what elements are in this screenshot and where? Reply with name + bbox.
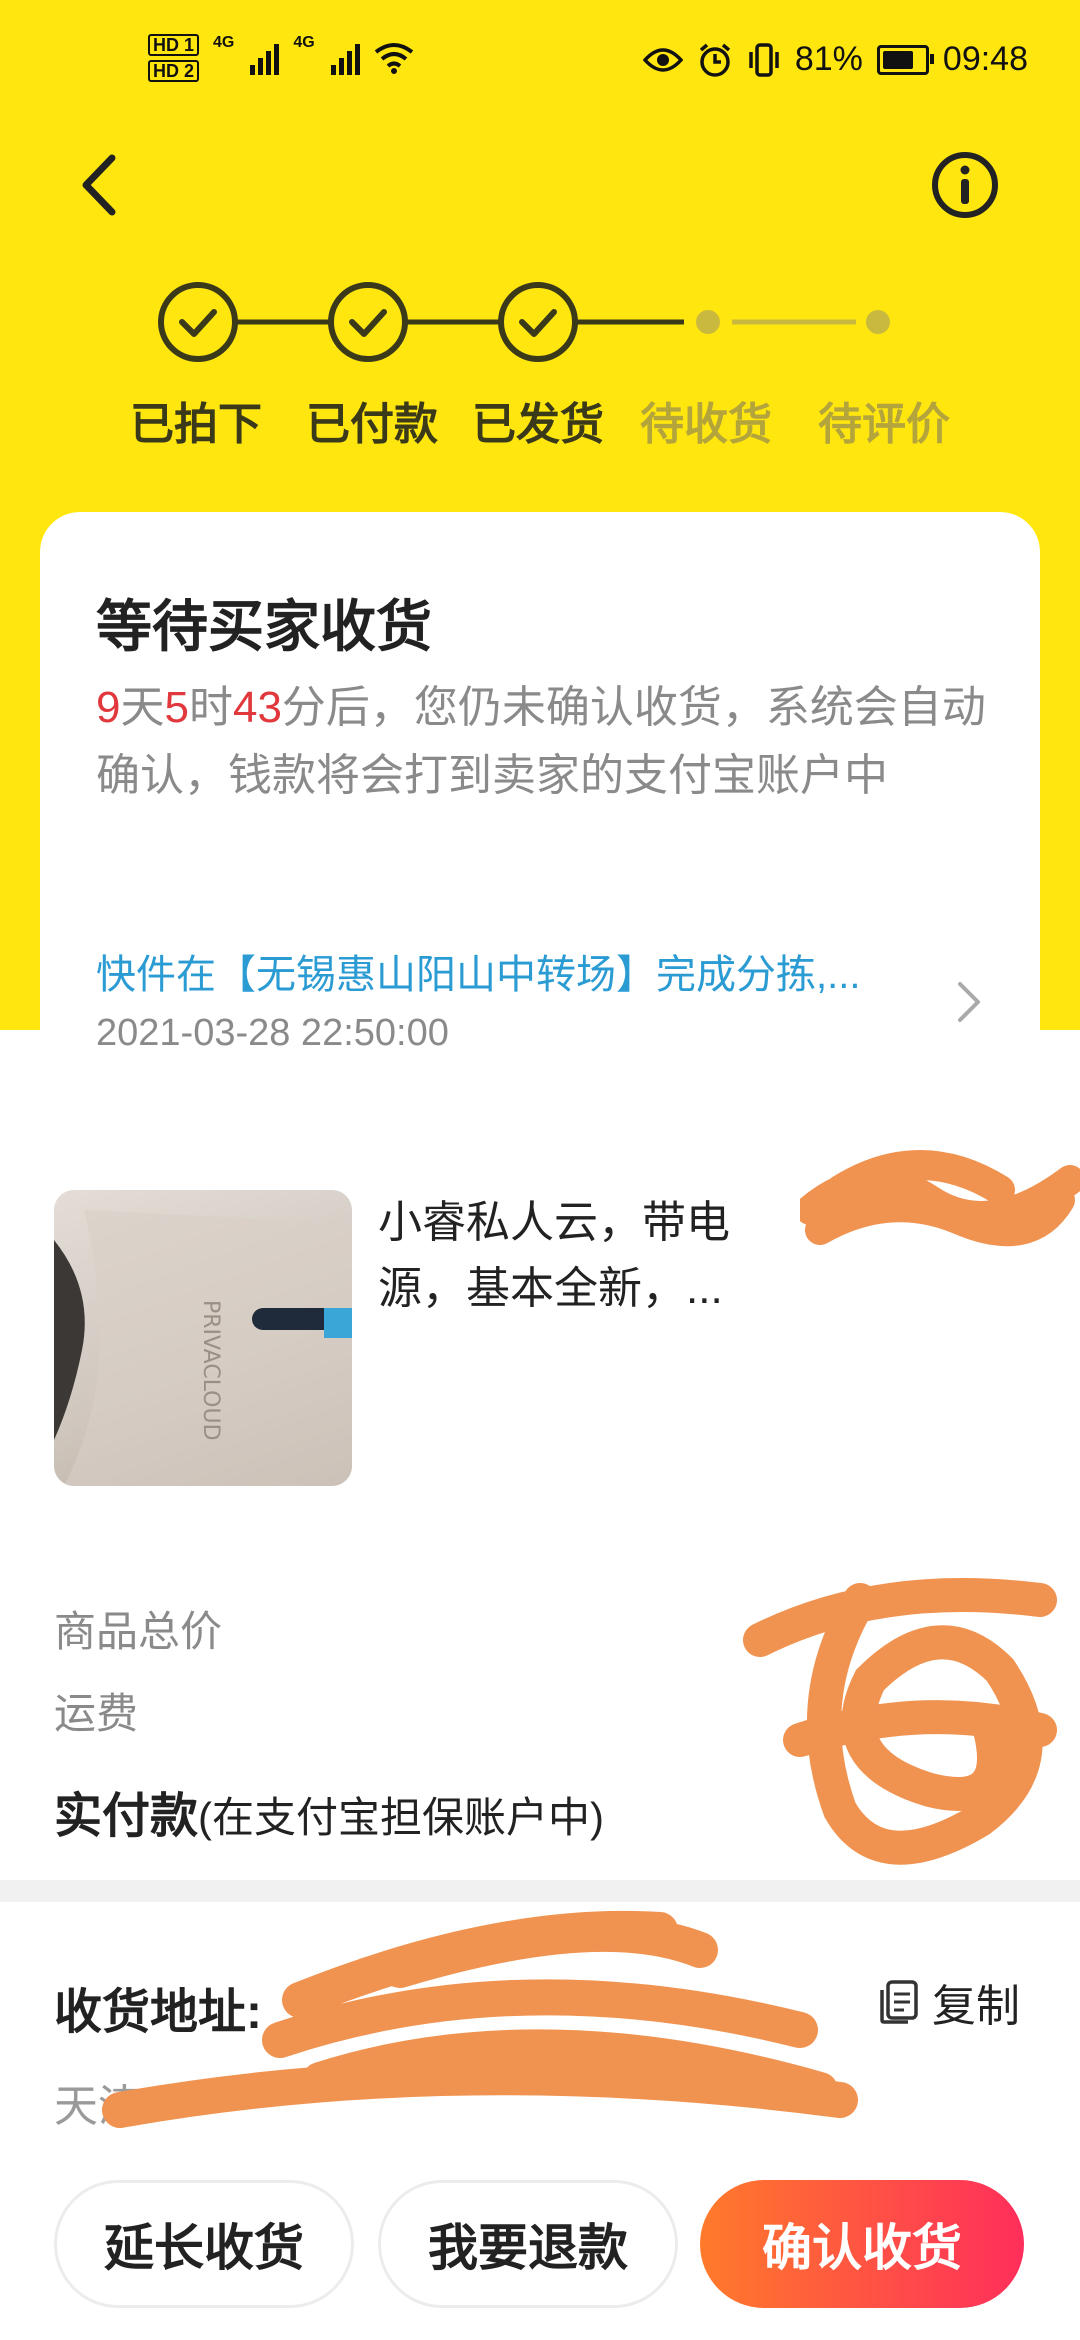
info-icon[interactable] [930,150,1000,220]
svg-text:PRIVACLOUD: PRIVACLOUD [198,1300,223,1441]
goods-total-label: 商品总价 [54,1608,223,1655]
battery-percentage: 81% [794,40,863,78]
step-check-icon [498,282,578,362]
step-label-awaiting-review: 待评价 [818,400,950,449]
step-label-shipped: 已发货 [472,400,604,449]
network-type-1: 4G [213,34,235,51]
clock-time: 09:48 [942,40,1028,78]
paid-note: (在支付宝担保账户中) [198,1794,604,1841]
signal-icon [250,41,280,75]
shipping-label: 运费 [54,1690,139,1737]
step-check-icon [328,282,408,362]
redaction-mark [102,1910,858,2128]
countdown-hours: 5 [164,683,189,732]
countdown-day-unit: 天 [120,683,165,732]
network-type-2: 4G [293,34,315,51]
countdown-days: 9 [96,683,121,732]
countdown-hour-unit: 时 [188,683,233,732]
product-photo-graphic: PRIVACLOUD [54,1210,352,1486]
hd1-label: HD 1 [148,34,200,56]
logistics-status[interactable]: 快件在【无锡惠山阳山中转场】完成分拣,... [96,942,926,1000]
hd2-label: HD 2 [148,60,200,82]
copy-address-button[interactable]: 复制 [878,1970,1020,2034]
status-bar: HD 1 HD 2 4G 4G 81% 09:48 [0,0,1080,130]
step-label-paid: 已付款 [306,400,438,449]
paid-amount-row: 实付款(在支付宝担保账户中) [54,1776,604,1846]
order-status-card: 等待买家收货 9天5时43分后，您仍未确认收货，系统会自动确认，钱款将会打到卖家… [40,512,1040,1102]
alarm-icon [699,43,730,77]
auto-confirm-notice: 9天5时43分后，您仍未确认收货，系统会自动确认，钱款将会打到卖家的支付宝账户中 [96,674,996,810]
product-image[interactable]: PRIVACLOUD [54,1190,352,1486]
signal-icon [330,41,360,75]
order-progress-stepper: 已拍下 已付款 已发货 待收货 待评价 [0,280,1080,460]
step-pending-dot [696,310,720,334]
step-check-icon [158,282,238,362]
product-title[interactable]: 小睿私人云，带电源，基本全新，... [378,1190,798,1322]
step-pending-dot [866,310,890,334]
wifi-icon [374,43,413,74]
extend-receipt-button[interactable]: 延长收货 [54,2180,354,2308]
back-arrow-icon[interactable] [72,150,132,220]
vibrate-icon [749,42,779,77]
copy-label: 复制 [932,1982,1020,2031]
countdown-minutes: 43 [232,683,282,732]
chevron-right-icon[interactable] [950,972,990,1032]
step-label-awaiting-receipt: 待收货 [640,400,772,449]
confirm-receipt-button[interactable]: 确认收货 [700,2180,1024,2308]
status-right: 81% 09:48 [642,40,1028,79]
step-label-ordered: 已拍下 [130,400,262,449]
status-left: HD 1 HD 2 4G 4G [148,34,414,82]
logistics-time: 2021-03-28 22:50:00 [96,1012,449,1054]
status-title: 等待买家收货 [96,595,432,658]
hd-indicator: HD 1 HD 2 [148,34,200,82]
paid-label: 实付款 [54,1790,199,1843]
redaction-mark [743,1578,1057,1865]
eye-icon [642,47,683,72]
stepper-track [158,282,890,362]
request-refund-button[interactable]: 我要退款 [378,2180,678,2308]
copy-icon [880,1980,918,2024]
battery-icon [876,44,934,75]
redaction-mark [800,1150,1080,1247]
